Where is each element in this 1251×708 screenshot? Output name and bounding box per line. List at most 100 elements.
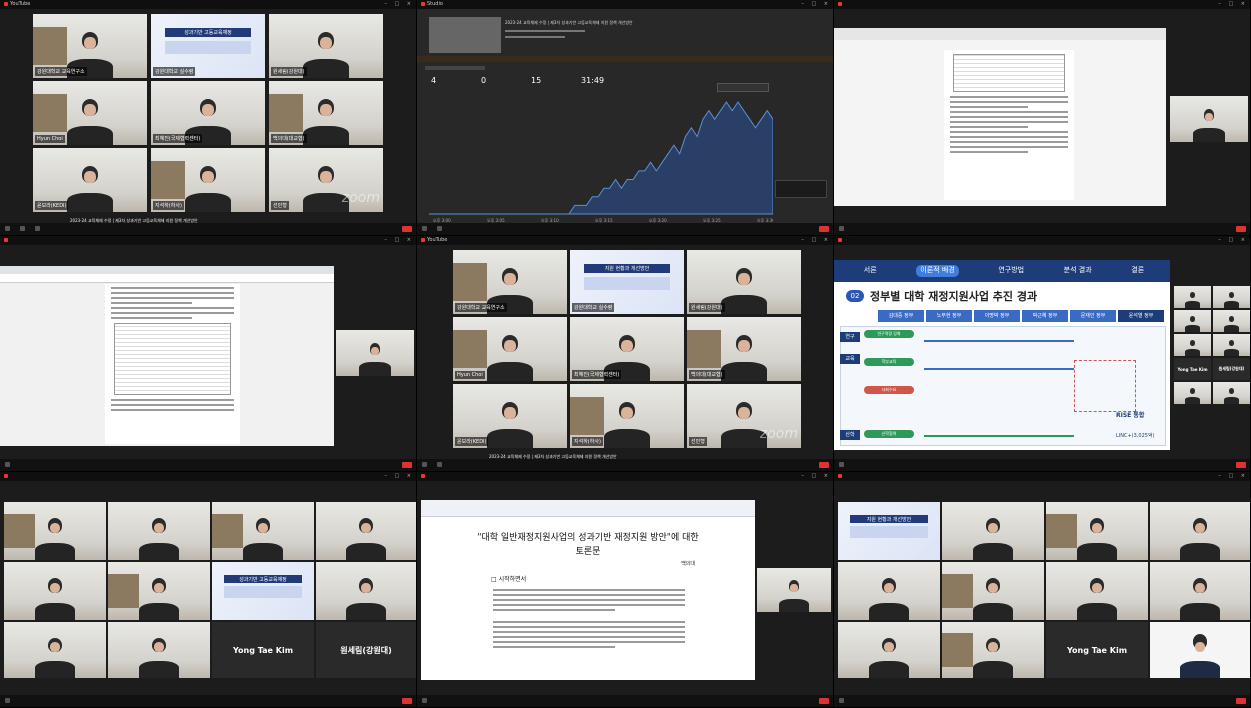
thumb-video-6[interactable] bbox=[1213, 334, 1250, 356]
window-controls[interactable]: – □ × bbox=[801, 0, 831, 9]
video-tile-5[interactable]: 최혜진(국제협력센터) bbox=[151, 81, 265, 145]
mic-icon[interactable] bbox=[5, 226, 10, 231]
video-tile-9-active-speaker[interactable] bbox=[838, 622, 940, 678]
thumb-video-1[interactable] bbox=[1174, 286, 1211, 308]
end-button[interactable] bbox=[819, 226, 829, 232]
end-button[interactable] bbox=[402, 226, 412, 232]
presenter-video[interactable] bbox=[1170, 96, 1248, 142]
video-tile-7-active-speaker[interactable]: 윤보라(KEDI) bbox=[453, 384, 567, 448]
video-tile-2[interactable]: 지원 현황과 개선방안 강원대학교 실수령 bbox=[570, 250, 684, 314]
stream-preview-thumbnail[interactable] bbox=[429, 17, 501, 53]
zoom-watermark: zoom bbox=[759, 426, 798, 442]
video-tile-2[interactable] bbox=[108, 502, 210, 560]
end-button[interactable] bbox=[1236, 698, 1246, 704]
metric-dropdown[interactable] bbox=[717, 83, 769, 92]
participant-name: 강원대학교 교육연구소 bbox=[455, 303, 507, 312]
thumb-video-8[interactable] bbox=[1213, 382, 1250, 404]
panel-studio: Studio – □ × 2023-24 교육체제 수정 | 제3차 성과기반 고… bbox=[417, 0, 834, 236]
slide[interactable]: 서론 이론적 배경 연구방법 분석 결과 결론 02 정부별 대학 재정지원사업 추진 … bbox=[834, 260, 1170, 450]
doc-viewer-window[interactable]: "대학 일반재정지원사업의 성과기반 재정지원 방안"에 대한 토론문 백의대 … bbox=[421, 500, 755, 680]
mic-icon[interactable] bbox=[839, 462, 844, 467]
video-tile-4[interactable]: Hyun Choi bbox=[453, 317, 567, 381]
window-controls[interactable]: – □ × bbox=[801, 472, 831, 481]
mic-icon[interactable] bbox=[5, 698, 10, 703]
video-tile-7[interactable] bbox=[1046, 562, 1148, 620]
mic-icon[interactable] bbox=[422, 226, 427, 231]
mic-icon[interactable] bbox=[422, 462, 427, 467]
window-controls[interactable]: – □ × bbox=[1218, 236, 1248, 245]
video-tile-4[interactable] bbox=[316, 502, 416, 560]
video-tile-2[interactable]: 성과기반 고등교육재정 강원대학교 실수령 bbox=[151, 14, 265, 78]
video-tile-1[interactable] bbox=[4, 502, 106, 560]
video-tile-1[interactable]: 강원대학교 교육연구소 bbox=[453, 250, 567, 314]
video-tile-11[interactable] bbox=[1150, 622, 1250, 678]
app-name: Studio bbox=[427, 1, 443, 7]
video-tile-8[interactable] bbox=[1150, 562, 1250, 620]
video-tile-7-active-speaker[interactable]: 윤보라(KEDI) bbox=[33, 148, 147, 212]
video-tile-8[interactable] bbox=[316, 562, 416, 620]
tab-bar[interactable] bbox=[425, 66, 485, 70]
end-button[interactable] bbox=[402, 698, 412, 704]
browser-window[interactable] bbox=[0, 266, 334, 446]
window-controls[interactable]: – □ × bbox=[801, 236, 831, 245]
video-tile-1[interactable]: 강원대학교 교육연구소 bbox=[33, 14, 147, 78]
video-tile-8[interactable]: 지석하(하사) bbox=[570, 384, 684, 448]
end-button[interactable] bbox=[1236, 226, 1246, 232]
video-tile-5[interactable] bbox=[838, 562, 940, 620]
end-button[interactable] bbox=[819, 698, 829, 704]
video-tile-6[interactable]: 백의대(대교협) bbox=[687, 317, 801, 381]
presenter-video[interactable] bbox=[336, 330, 414, 376]
window-title-bar: – □ × bbox=[0, 236, 416, 245]
window-controls[interactable]: – □ × bbox=[384, 472, 414, 481]
video-tile-9[interactable]: 선민형 zoom bbox=[269, 148, 383, 212]
chat-overlay[interactable] bbox=[775, 180, 827, 198]
camera-icon[interactable] bbox=[437, 462, 442, 467]
video-tile-7[interactable]: 성과기반 고등교육재정 bbox=[212, 562, 314, 620]
thumb-video-4[interactable] bbox=[1213, 310, 1250, 332]
end-button[interactable] bbox=[819, 462, 829, 468]
video-tile-6[interactable]: 백의대(대교협) bbox=[269, 81, 383, 145]
window-controls[interactable]: – □ × bbox=[384, 236, 414, 245]
mic-icon[interactable] bbox=[839, 698, 844, 703]
thumb-video-7[interactable] bbox=[1174, 382, 1211, 404]
thumb-video-3[interactable] bbox=[1174, 310, 1211, 332]
window-controls[interactable]: – □ × bbox=[1218, 472, 1248, 481]
video-tile-10[interactable] bbox=[942, 622, 1044, 678]
mic-icon[interactable] bbox=[5, 462, 10, 467]
video-tile-9[interactable]: 선민형 zoom bbox=[687, 384, 801, 448]
share-icon[interactable] bbox=[35, 226, 40, 231]
video-tile-9[interactable] bbox=[4, 622, 106, 678]
end-button[interactable] bbox=[1236, 462, 1246, 468]
video-tile-3[interactable] bbox=[1046, 502, 1148, 560]
video-tile-5[interactable] bbox=[4, 562, 106, 620]
video-tile-1[interactable]: 지원 현황과 개선방안 bbox=[838, 502, 940, 560]
video-tile-3[interactable]: 원세림(강원대) bbox=[269, 14, 383, 78]
video-tile-4[interactable] bbox=[1150, 502, 1250, 560]
camera-icon[interactable] bbox=[20, 226, 25, 231]
participant-name: 선민형 bbox=[271, 201, 289, 210]
mic-icon[interactable] bbox=[422, 698, 427, 703]
thumb-video-5[interactable] bbox=[1174, 334, 1211, 356]
camera-icon[interactable] bbox=[437, 226, 442, 231]
video-tile-3[interactable]: 원세림(강원대) bbox=[687, 250, 801, 314]
window-title-bar: – □ × bbox=[0, 472, 416, 481]
studio-logo-icon bbox=[421, 1, 425, 6]
video-tile-2[interactable] bbox=[942, 502, 1044, 560]
video-tile-3[interactable] bbox=[212, 502, 314, 560]
video-tile-6[interactable] bbox=[942, 562, 1044, 620]
video-tile-5[interactable]: 최혜진(국제협력센터) bbox=[570, 317, 684, 381]
slide-title: 지원 현황과 개선방안 bbox=[583, 264, 671, 274]
presenter-video[interactable] bbox=[757, 568, 831, 612]
rec-icon bbox=[4, 237, 8, 242]
mic-icon[interactable] bbox=[839, 226, 844, 231]
video-tile-6[interactable] bbox=[108, 562, 210, 620]
video-tile-10[interactable] bbox=[108, 622, 210, 678]
shared-doc-window[interactable] bbox=[834, 28, 1166, 206]
video-tile-4[interactable]: Hyun Choi bbox=[33, 81, 147, 145]
window-controls[interactable]: – □ × bbox=[1218, 0, 1248, 9]
thumb-video-2[interactable] bbox=[1213, 286, 1250, 308]
end-button[interactable] bbox=[402, 462, 412, 468]
video-tile-8[interactable]: 지석하(하사) bbox=[151, 148, 265, 212]
window-controls[interactable]: – □ × bbox=[384, 0, 414, 9]
window-title-bar: – □ × bbox=[834, 236, 1250, 245]
